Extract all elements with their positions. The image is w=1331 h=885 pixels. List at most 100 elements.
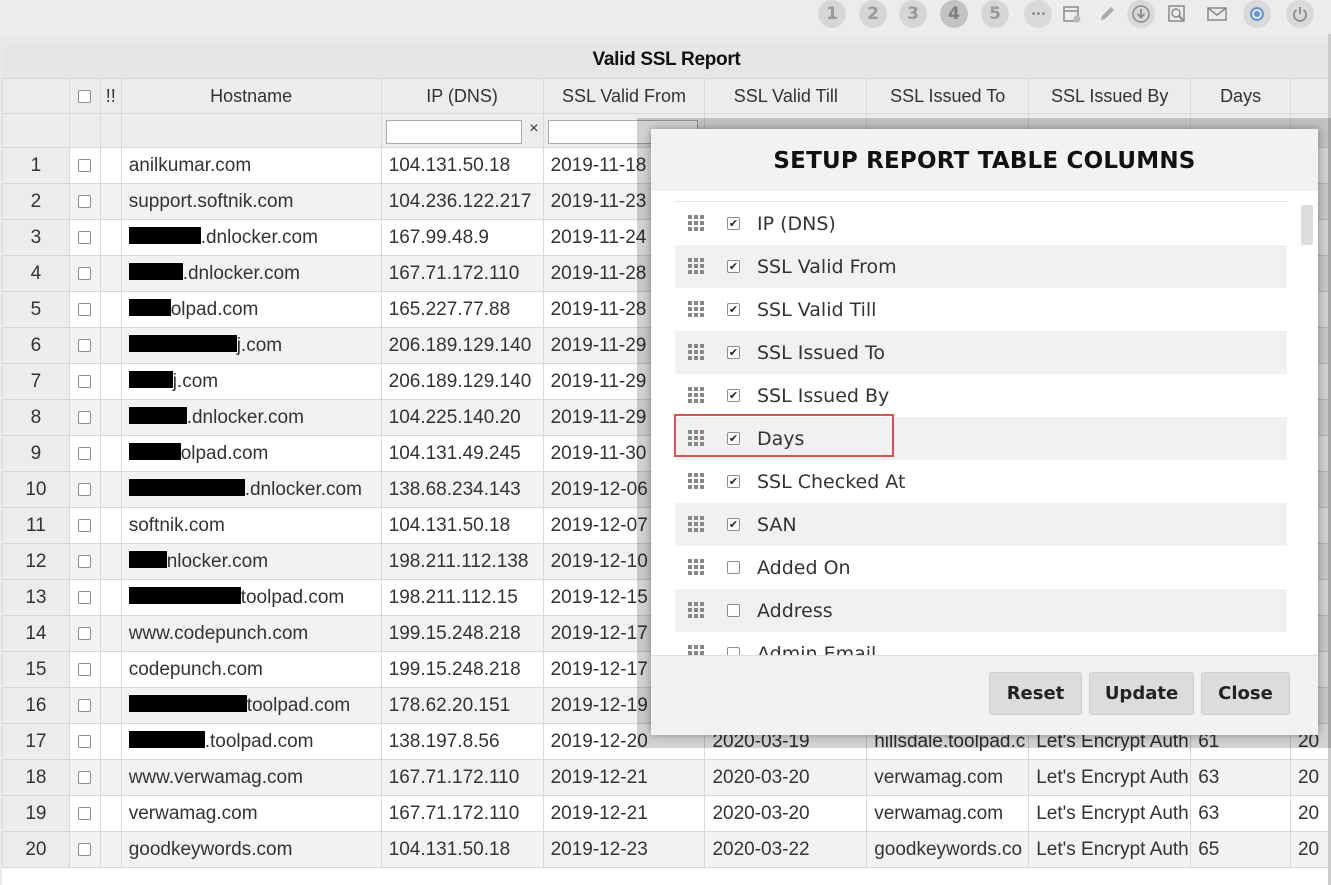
select-all-checkbox[interactable]	[78, 90, 92, 104]
row-select-cell[interactable]	[68, 687, 101, 724]
hostname-cell[interactable]: www.verwamag.com	[120, 759, 382, 796]
row-select-cell[interactable]	[68, 759, 101, 796]
hostname-cell[interactable]: .dnlocker.com	[120, 255, 382, 292]
page-3-button[interactable]: 3	[899, 0, 927, 28]
close-button[interactable]: Close	[1201, 672, 1290, 715]
pencil-icon[interactable]	[1093, 0, 1121, 28]
column-option[interactable]: ✔ IP (DNS)	[675, 202, 1287, 245]
column-checkbox[interactable]: ✔	[727, 518, 740, 531]
column-option[interactable]: Admin Email	[675, 632, 1287, 655]
row-select-cell[interactable]	[68, 831, 101, 868]
column-option[interactable]: ✔ SSL Issued By	[675, 374, 1287, 417]
table-row[interactable]: 18 www.verwamag.com 167.71.172.110 2019-12-…	[2, 759, 1331, 796]
hostname-cell[interactable]: .toolpad.com	[120, 723, 382, 760]
drag-handle-icon[interactable]	[688, 214, 706, 233]
update-button[interactable]: Update	[1089, 672, 1194, 715]
hostname-cell[interactable]: verwamag.com	[120, 795, 382, 832]
select-all-header[interactable]	[68, 78, 101, 114]
hostname-cell[interactable]: anilkumar.com	[120, 147, 382, 184]
power-icon[interactable]	[1286, 0, 1314, 28]
ssl-issued-to-column-header[interactable]: SSL Issued To	[866, 78, 1030, 114]
row-checkbox[interactable]	[78, 518, 92, 532]
row-checkbox[interactable]	[78, 554, 92, 568]
row-checkbox[interactable]	[78, 374, 92, 388]
row-checkbox[interactable]	[78, 194, 92, 208]
row-checkbox[interactable]	[78, 266, 92, 280]
row-select-cell[interactable]	[68, 291, 101, 328]
row-checkbox[interactable]	[78, 662, 92, 676]
row-select-cell[interactable]	[68, 219, 101, 256]
ip-filter-input[interactable]	[385, 120, 522, 144]
hostname-cell[interactable]: softnik.com	[120, 507, 382, 544]
drag-handle-icon[interactable]	[688, 343, 706, 362]
column-checkbox[interactable]: ✔	[727, 389, 740, 402]
drag-handle-icon[interactable]	[688, 515, 706, 534]
hostname-cell[interactable]: .dnlocker.com	[120, 399, 382, 436]
hostname-cell[interactable]: toolpad.com	[120, 579, 382, 616]
hostname-column-header[interactable]: Hostname	[120, 78, 382, 114]
hostname-cell[interactable]: j.com	[120, 327, 382, 364]
row-select-cell[interactable]	[68, 471, 101, 508]
page-5-button[interactable]: 5	[981, 0, 1009, 28]
column-checkbox[interactable]	[727, 647, 740, 655]
column-option[interactable]: ✔ SAN	[675, 503, 1287, 546]
drag-handle-icon[interactable]	[688, 386, 706, 405]
column-option[interactable]: ✔ SSL Valid From	[675, 245, 1287, 288]
column-option[interactable]: ✔ SSL Valid Till	[675, 288, 1287, 331]
more-options-icon[interactable]: •••	[1024, 0, 1052, 28]
drag-handle-icon[interactable]	[688, 300, 706, 319]
flag-column-header[interactable]: !!	[99, 78, 122, 114]
row-checkbox[interactable]	[78, 734, 92, 748]
column-checkbox[interactable]: ✔	[727, 217, 740, 230]
ssl-valid-till-column-header[interactable]: SSL Valid Till	[704, 78, 868, 114]
hostname-cell[interactable]: toolpad.com	[120, 687, 382, 724]
hostname-cell[interactable]: .dnlocker.com	[120, 219, 382, 256]
hostname-cell[interactable]: .dnlocker.com	[120, 471, 382, 508]
row-select-cell[interactable]	[68, 363, 101, 400]
row-checkbox[interactable]	[78, 338, 92, 352]
table-row[interactable]: 20 goodkeywords.com 104.131.50.18 2019-12-2…	[2, 831, 1331, 868]
refresh-icon[interactable]	[1243, 0, 1271, 28]
drag-handle-icon[interactable]	[688, 558, 706, 577]
hostname-cell[interactable]: olpad.com	[120, 291, 382, 328]
row-checkbox[interactable]	[78, 446, 92, 460]
row-select-cell[interactable]	[68, 651, 101, 688]
column-checkbox[interactable]: ✔	[727, 475, 740, 488]
email-icon[interactable]	[1203, 0, 1231, 28]
row-select-cell[interactable]	[68, 543, 101, 580]
calendar-settings-icon[interactable]	[1058, 0, 1086, 28]
row-checkbox[interactable]	[78, 626, 92, 640]
row-checkbox[interactable]	[78, 590, 92, 604]
hostname-cell[interactable]: nlocker.com	[120, 543, 382, 580]
column-checkbox[interactable]: ✔	[727, 346, 740, 359]
download-icon[interactable]	[1127, 0, 1155, 28]
column-option[interactable]: Address	[675, 589, 1287, 632]
days-column-header[interactable]: Days	[1190, 78, 1291, 114]
extra-column-header[interactable]	[1289, 78, 1331, 114]
ssl-valid-from-column-header[interactable]: SSL Valid From	[542, 78, 706, 114]
row-checkbox[interactable]	[78, 770, 92, 784]
column-checkbox[interactable]: ✔	[727, 303, 740, 316]
drag-handle-icon[interactable]	[688, 601, 706, 620]
row-checkbox[interactable]	[78, 842, 92, 856]
row-select-cell[interactable]	[68, 435, 101, 472]
row-select-cell[interactable]	[68, 147, 101, 184]
row-checkbox[interactable]	[78, 482, 92, 496]
table-row[interactable]: 19 verwamag.com 167.71.172.110 2019-12-21 20…	[2, 795, 1331, 832]
hostname-cell[interactable]: goodkeywords.com	[120, 831, 382, 868]
hostname-cell[interactable]: codepunch.com	[120, 651, 382, 688]
row-checkbox[interactable]	[78, 806, 92, 820]
drag-handle-icon[interactable]	[688, 644, 706, 656]
ip-column-header[interactable]: IP (DNS)	[380, 78, 544, 114]
hostname-cell[interactable]: olpad.com	[120, 435, 382, 472]
page-2-button[interactable]: 2	[859, 0, 887, 28]
row-select-cell[interactable]	[68, 579, 101, 616]
row-select-cell[interactable]	[68, 795, 101, 832]
page-1-button[interactable]: 1	[818, 0, 846, 28]
column-checkbox[interactable]: ✔	[727, 260, 740, 273]
row-checkbox[interactable]	[78, 302, 92, 316]
row-checkbox[interactable]	[78, 158, 92, 172]
column-option[interactable]: Added On	[675, 546, 1287, 589]
row-select-cell[interactable]	[68, 327, 101, 364]
hostname-cell[interactable]: support.softnik.com	[120, 183, 382, 220]
